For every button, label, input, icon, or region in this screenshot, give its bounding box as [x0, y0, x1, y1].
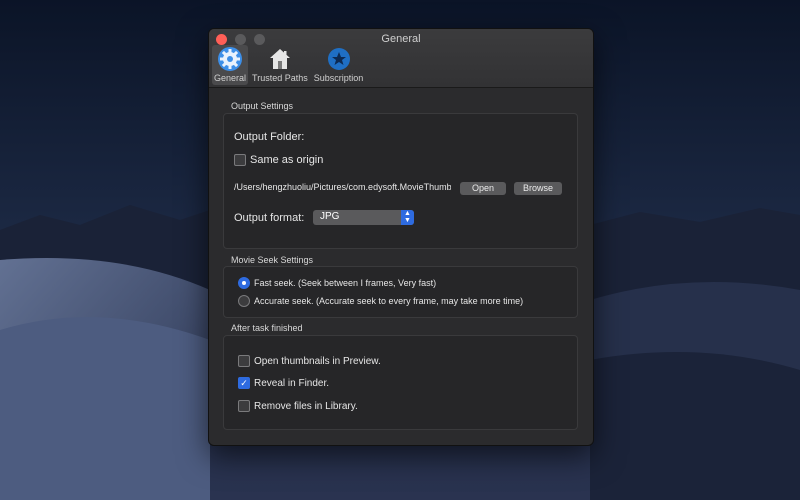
output-folder-label: Output Folder: [234, 131, 305, 143]
toolbar-tabs: General Trusted Paths Subscription [212, 45, 365, 85]
title-bar: General General Trusted Paths Subscripti… [209, 29, 593, 88]
browse-button[interactable]: Browse [514, 182, 562, 195]
reveal-finder-label: Reveal in Finder. [254, 377, 330, 389]
tab-subscription[interactable]: Subscription [312, 45, 366, 85]
reveal-finder-row[interactable]: ✓ Reveal in Finder. [238, 377, 329, 389]
subscription-star-icon [327, 48, 350, 70]
open-preview-checkbox[interactable] [238, 355, 250, 367]
same-as-origin-row[interactable]: Same as origin [234, 154, 323, 166]
output-format-label: Output format: [234, 212, 305, 224]
accurate-seek-row[interactable]: Accurate seek. (Accurate seek to every f… [238, 295, 523, 307]
same-as-origin-checkbox[interactable] [234, 154, 246, 166]
remove-files-label: Remove files in Library. [254, 400, 358, 412]
movie-seek-box: Fast seek. (Seek between I frames, Very … [223, 266, 578, 318]
tab-trusted-paths[interactable]: Trusted Paths [250, 45, 310, 85]
fast-seek-radio[interactable] [238, 277, 250, 289]
fast-seek-row[interactable]: Fast seek. (Seek between I frames, Very … [238, 277, 436, 289]
output-format-value: JPG [320, 211, 340, 222]
open-button[interactable]: Open [460, 182, 506, 195]
tab-general[interactable]: General [212, 45, 249, 85]
tab-subscription-label: Subscription [313, 73, 364, 83]
after-task-box: Open thumbnails in Preview. ✓ Reveal in … [223, 335, 578, 430]
open-preview-row[interactable]: Open thumbnails in Preview. [238, 355, 381, 367]
preferences-window: General General Trusted Paths Subscripti… [208, 28, 594, 446]
open-preview-label: Open thumbnails in Preview. [254, 355, 381, 367]
remove-files-checkbox[interactable] [238, 400, 250, 412]
window-title: General [381, 33, 421, 45]
accurate-seek-radio[interactable] [238, 295, 250, 307]
output-path-field[interactable]: /Users/hengzhuoliu/Pictures/com.edysoft.… [234, 180, 451, 194]
house-icon [269, 49, 290, 69]
tab-trusted-paths-label: Trusted Paths [252, 73, 308, 83]
accurate-seek-label: Accurate seek. (Accurate seek to every f… [254, 296, 524, 306]
output-settings-box: Output Folder: Same as origin /Users/hen… [223, 113, 578, 249]
output-format-select[interactable]: JPG ▲ ▼ [313, 210, 414, 225]
gear-icon [218, 47, 243, 71]
same-as-origin-label: Same as origin [250, 154, 324, 166]
tab-general-label: General [214, 73, 247, 83]
reveal-finder-checkbox[interactable]: ✓ [238, 377, 250, 389]
after-task-title: After task finished [231, 323, 303, 333]
remove-files-row[interactable]: Remove files in Library. [238, 400, 358, 412]
output-settings-title: Output Settings [231, 101, 294, 111]
chevron-updown-icon: ▲ ▼ [401, 210, 414, 225]
movie-seek-title: Movie Seek Settings [231, 255, 314, 265]
fast-seek-label: Fast seek. (Seek between I frames, Very … [254, 278, 437, 288]
